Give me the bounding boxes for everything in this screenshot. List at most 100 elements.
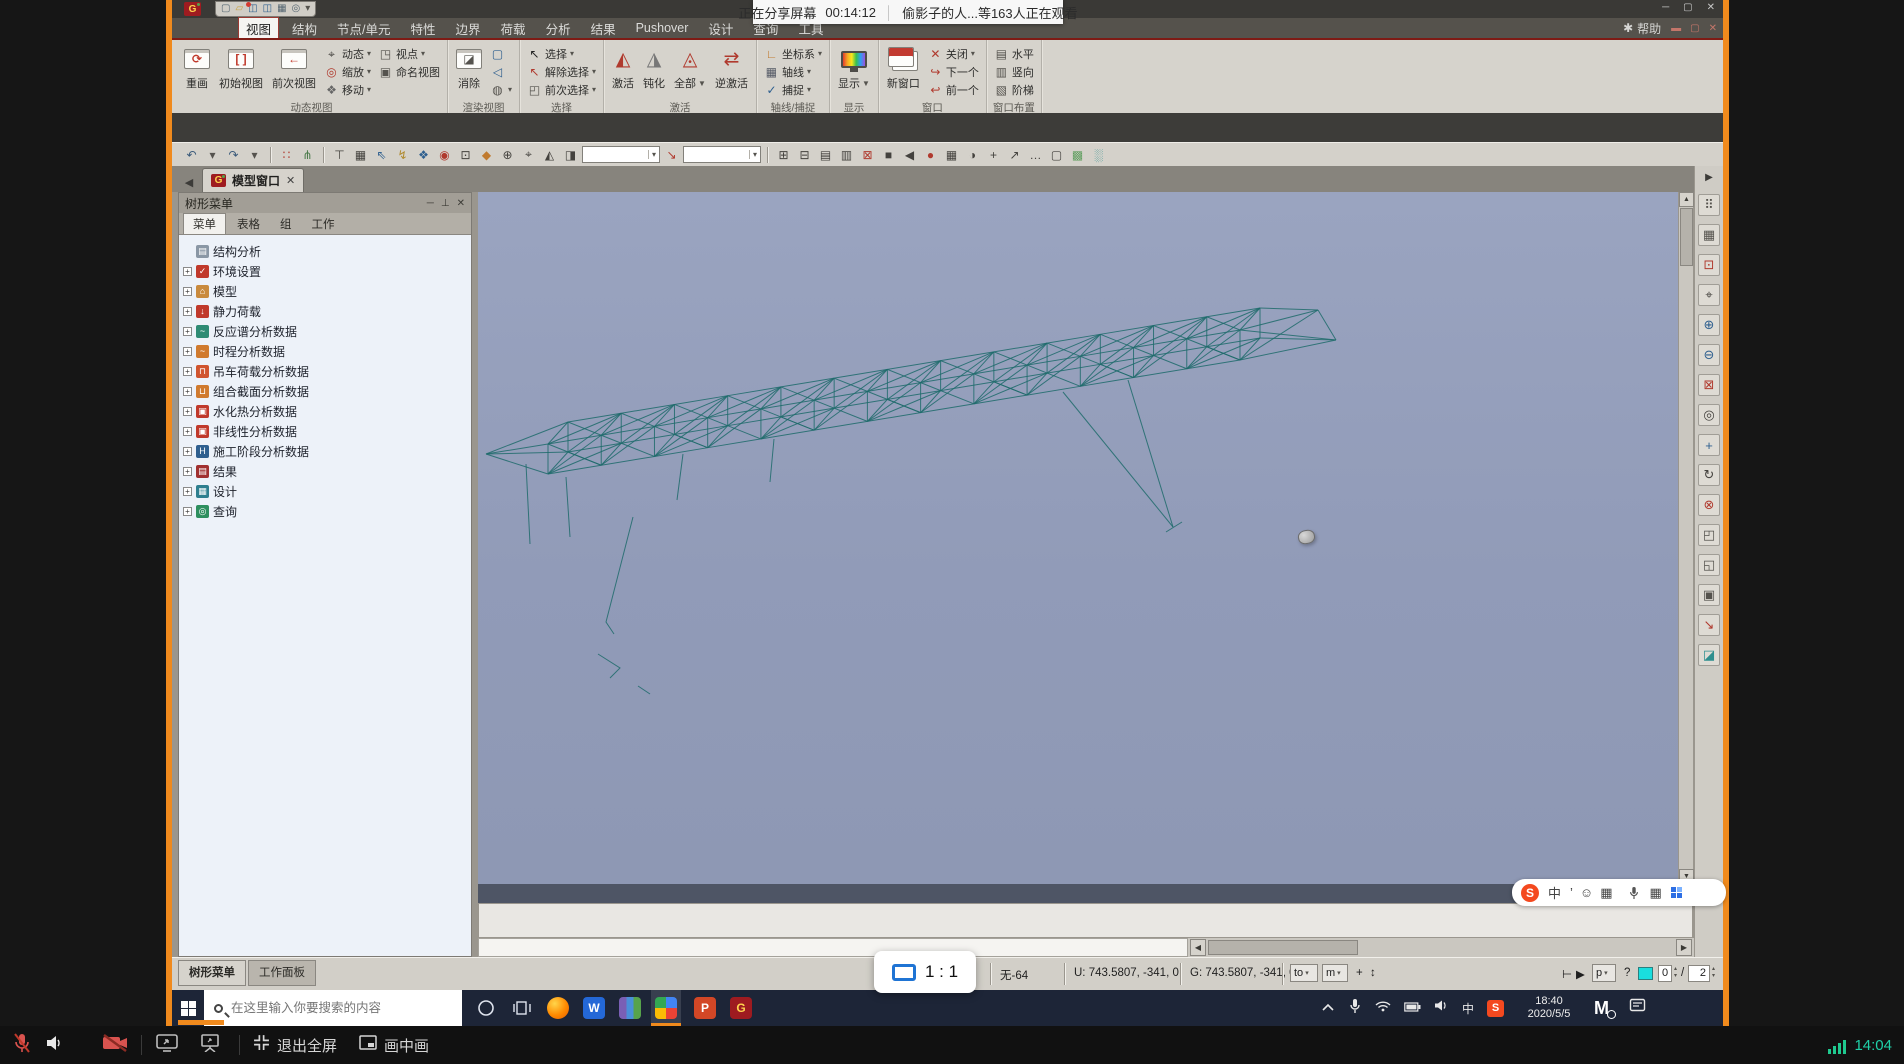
ribbon-button-前一个[interactable]: ↩前一个 [926, 81, 981, 98]
taskbar-cortana-icon[interactable] [474, 996, 498, 1020]
color-swatch[interactable] [1638, 967, 1653, 980]
view-toolbar-icon-13[interactable]: ▣ [1698, 584, 1720, 606]
expand-icon[interactable]: + [183, 507, 192, 516]
ribbon-button-前次视图[interactable]: ←前次视图 [269, 42, 319, 92]
menu-item-结果[interactable]: 结果 [584, 18, 623, 39]
ribbon-button-全部[interactable]: ◬全部▼ [671, 42, 709, 92]
expand-icon[interactable]: + [183, 367, 192, 376]
minimize-icon[interactable]: ─ [1662, 2, 1669, 13]
ribbon-button-动态[interactable]: ⌖动态▾ [322, 45, 373, 62]
tray-im-app-icon[interactable]: M [1594, 998, 1616, 1019]
tray-volume-icon[interactable] [1434, 999, 1449, 1017]
ribbon-button-激活[interactable]: ◭激活 [609, 42, 637, 92]
view-toolbar-icon-10[interactable]: ⊗ [1698, 494, 1720, 516]
tray-chevron-up-icon[interactable] [1321, 999, 1335, 1017]
toolbar-icon-2[interactable]: ↷ [224, 145, 243, 164]
toolbar-icon-8[interactable]: ⊤ [330, 145, 349, 164]
menu-item-分析[interactable]: 分析 [539, 18, 578, 39]
print-preview-icon[interactable]: ◎ [292, 4, 301, 14]
expand-icon[interactable]: + [183, 267, 192, 276]
toolbar-icon-18[interactable]: ◭ [540, 145, 559, 164]
expand-icon[interactable]: + [183, 327, 192, 336]
ribbon-button-命名视图[interactable]: ▣命名视图 [376, 63, 442, 80]
ribbon-button-box[interactable]: ▢ [488, 45, 514, 62]
ribbon-button-消除[interactable]: ◪消除 [453, 42, 485, 92]
tree-item-时程分析数据[interactable]: +~时程分析数据 [183, 341, 467, 361]
view-toolbar-icon-11[interactable]: ◰ [1698, 524, 1720, 546]
page-current-spinner[interactable]: ▴▾ [1674, 966, 1677, 980]
close-icon[interactable]: ✕ [1707, 2, 1715, 13]
toolbar-combo-box[interactable]: ▾ [582, 146, 660, 163]
tray-battery-icon[interactable] [1404, 999, 1421, 1017]
ime-keyboard-icon[interactable]: ▦ [1649, 885, 1661, 901]
toolbar-icon-30[interactable]: ◀ [900, 145, 919, 164]
doc-restore-icon[interactable]: ▢ [1690, 23, 1699, 34]
qat-dropdown-icon[interactable]: ▾ [305, 4, 310, 14]
view-toolbar-icon-9[interactable]: ↻ [1698, 464, 1720, 486]
menu-item-结构[interactable]: 结构 [285, 18, 324, 39]
bottom-tab-树形菜单[interactable]: 树形菜单 [178, 960, 246, 986]
ime-toolbox-icon[interactable] [1671, 887, 1682, 898]
doc-close-icon[interactable]: ✕ [1709, 23, 1717, 34]
toolbar-combo-box[interactable]: ▾ [683, 146, 761, 163]
toolbar-icon-3[interactable]: ▾ [245, 145, 264, 164]
tab-close-icon[interactable]: ✕ [286, 174, 295, 187]
toolbar-icon-28[interactable]: ⊠ [858, 145, 877, 164]
toolbar-icon-29[interactable]: ■ [879, 145, 898, 164]
view-toolbar-icon-0[interactable]: ⠿ [1698, 194, 1720, 216]
panel-pin-icon[interactable]: ⊥ [441, 198, 450, 209]
picture-in-picture-button[interactable]: 画中画 [384, 1035, 429, 1056]
help-menu[interactable]: ✱帮助 [1623, 20, 1661, 37]
toolbar-icon-27[interactable]: ▥ [837, 145, 856, 164]
ribbon-button-竖向[interactable]: ▥竖向 [992, 63, 1036, 80]
view-toolbar-icon-14[interactable]: ↘ [1698, 614, 1720, 636]
tree-item-查询[interactable]: +◎查询 [183, 501, 467, 521]
menu-item-设计[interactable]: 设计 [701, 18, 740, 39]
taskbar-search[interactable] [204, 990, 462, 1026]
taskbar-midas-gen-icon[interactable]: G [729, 996, 753, 1020]
ribbon-button-显示[interactable]: 显示▼ [835, 42, 873, 92]
whiteboard-share-icon[interactable] [199, 1034, 221, 1057]
toolbar-icon-31[interactable]: ● [921, 145, 940, 164]
ribbon-button-缩放[interactable]: ◎缩放▾ [322, 63, 373, 80]
taskbar-winrar-icon[interactable] [618, 996, 642, 1020]
view-toolbar-icon-3[interactable]: ⌖ [1698, 284, 1720, 306]
view-toolbar-icon-8[interactable]: + [1698, 434, 1720, 456]
view-toolbar-icon-4[interactable]: ⊕ [1698, 314, 1720, 336]
toolbar-icon-1[interactable]: ▾ [203, 145, 222, 164]
ribbon-button-钝化[interactable]: ◮钝化 [640, 42, 668, 92]
expand-icon[interactable]: + [183, 407, 192, 416]
page-current-field[interactable]: 0 [1658, 965, 1672, 982]
menu-item-特性[interactable]: 特性 [404, 18, 443, 39]
doc-minimize-icon[interactable]: ▬ [1671, 23, 1681, 34]
new-file-icon[interactable]: ▢ [221, 4, 230, 14]
view-toolbar-icon-2[interactable]: ⊡ [1698, 254, 1720, 276]
ime-mic-icon[interactable] [1628, 886, 1640, 900]
toolbar-icon-25[interactable]: ⊟ [795, 145, 814, 164]
tree-tab-组[interactable]: 组 [271, 214, 301, 234]
small-unit-select[interactable]: p▾ [1592, 964, 1616, 982]
view-toolbar-icon-5[interactable]: ⊖ [1698, 344, 1720, 366]
picture-in-picture-icon[interactable] [359, 1035, 377, 1055]
exit-fullscreen-icon[interactable] [253, 1034, 270, 1056]
scroll-up-icon[interactable]: ▲ [1679, 192, 1694, 207]
maximize-icon[interactable]: ▢ [1683, 2, 1692, 13]
tree-item-设计[interactable]: +▦设计 [183, 481, 467, 501]
tree-item-非线性分析数据[interactable]: +▣非线性分析数据 [183, 421, 467, 441]
ribbon-button-解除选择[interactable]: ↖解除选择▾ [525, 63, 598, 80]
tree-tab-菜单[interactable]: 菜单 [183, 213, 226, 234]
tray-clock[interactable]: 18:402020/5/5 [1517, 995, 1581, 1021]
taskbar-wps-icon[interactable]: W [582, 996, 606, 1020]
ribbon-button-捕捉[interactable]: ✓捕捉▾ [762, 81, 824, 98]
expand-icon[interactable]: + [183, 427, 192, 436]
open-file-icon[interactable]: ▱ [235, 4, 243, 14]
toolbar-icon-39[interactable]: ░ [1089, 145, 1108, 164]
toolbar-icon-9[interactable]: ▦ [351, 145, 370, 164]
ribbon-button-重画[interactable]: ⟳重画 [181, 42, 213, 92]
ribbon-button-阶梯[interactable]: ▧阶梯 [992, 81, 1036, 98]
vertical-scrollbar[interactable]: ▲ ▼ [1678, 192, 1693, 884]
search-input[interactable] [231, 1001, 431, 1015]
toolbar-icon-0[interactable]: ↶ [182, 145, 201, 164]
ribbon-button-speaker[interactable]: ◁ [488, 63, 514, 80]
model-viewport[interactable] [478, 192, 1678, 884]
